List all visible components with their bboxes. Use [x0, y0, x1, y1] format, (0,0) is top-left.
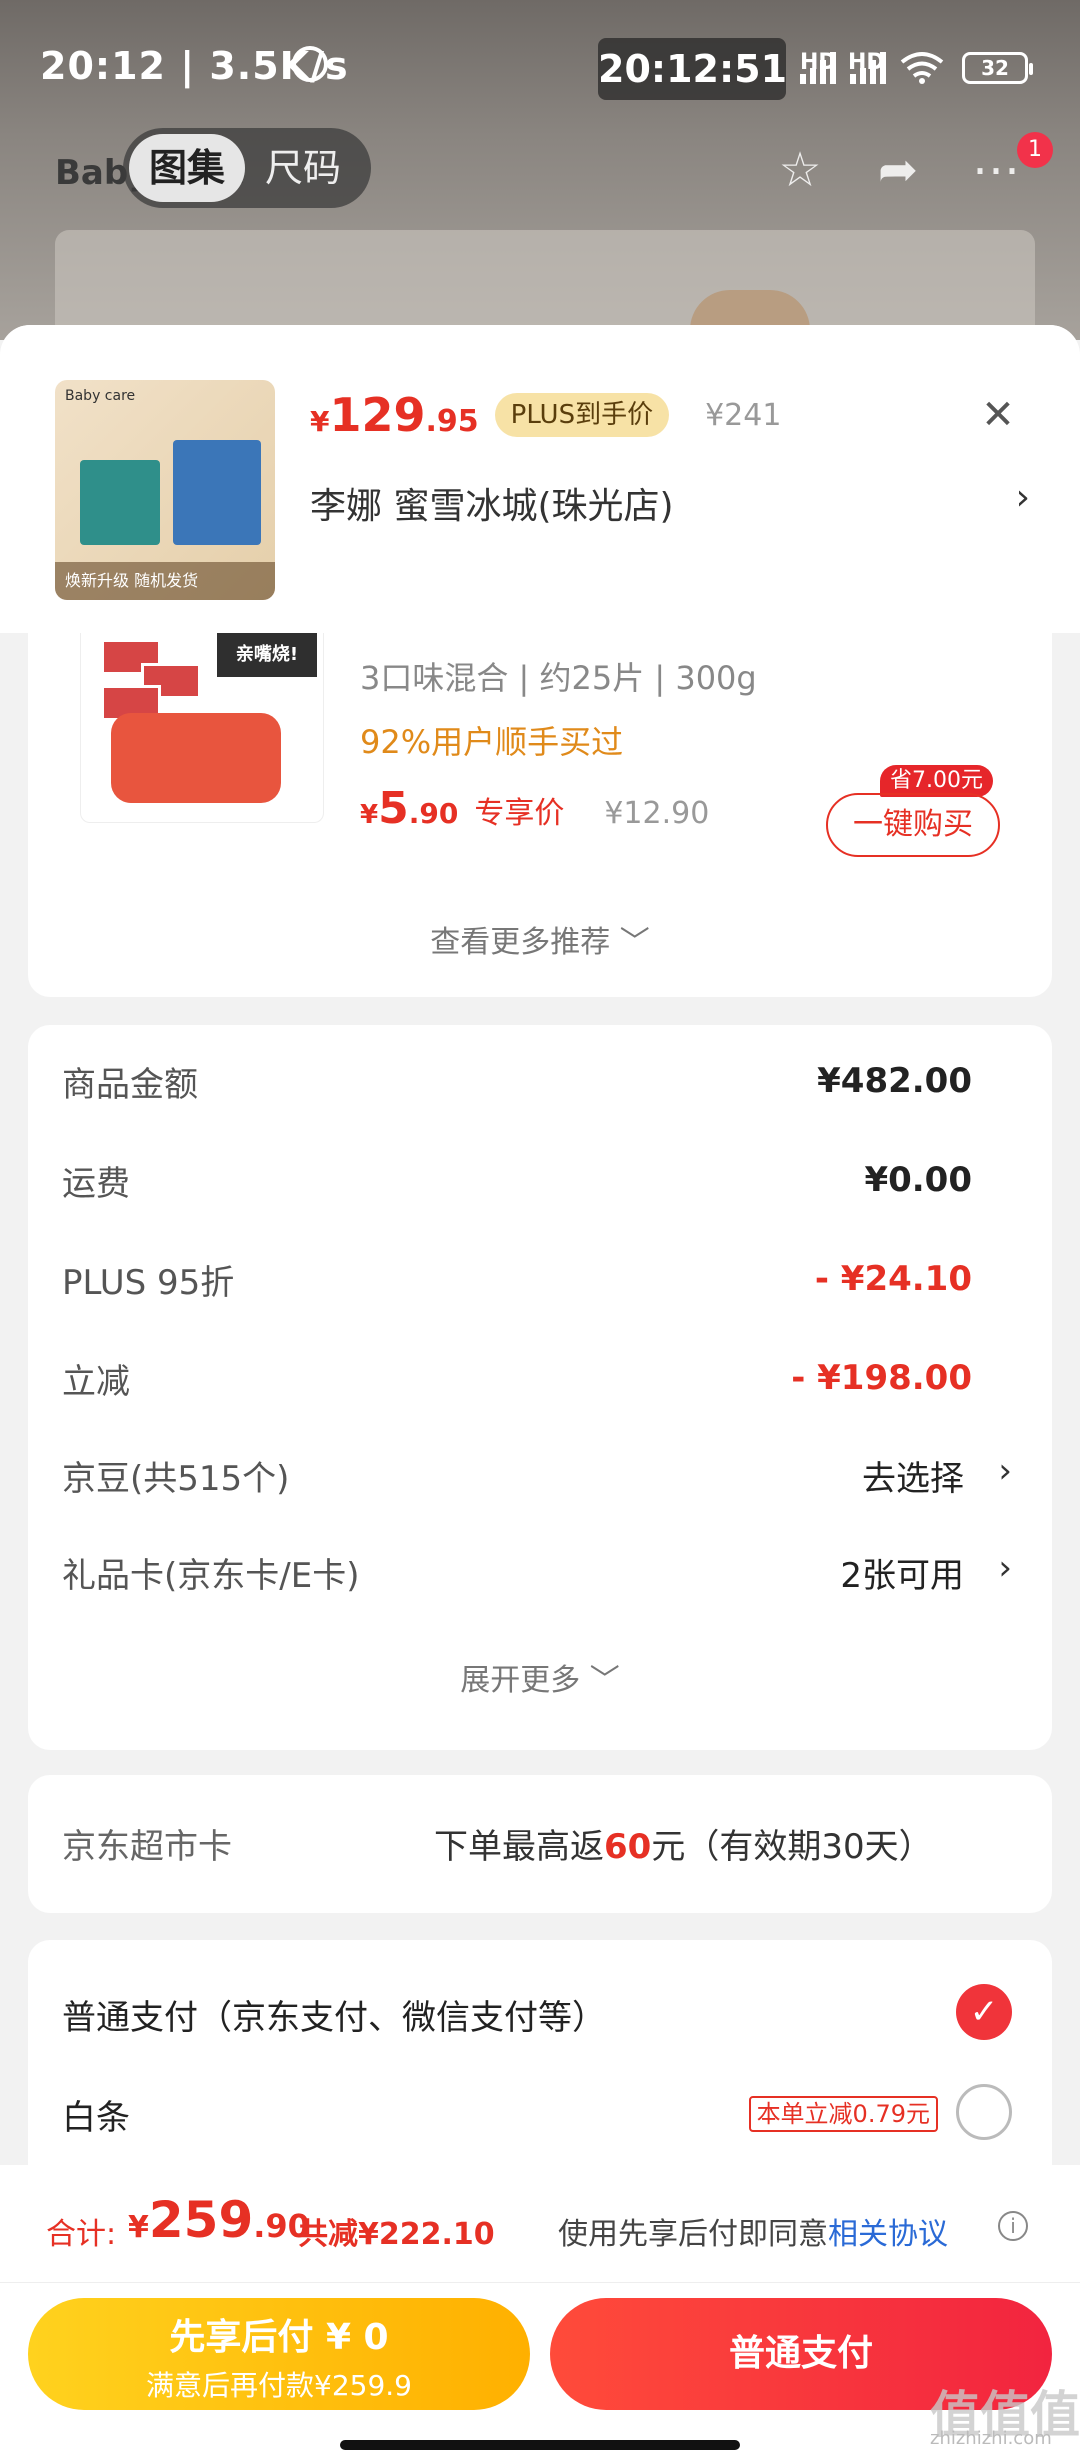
price-row: ¥129.95 PLUS到手价 ¥241: [310, 385, 781, 445]
recommendation-card: 亲嘴烧! 3口味混合 | 约25片 | 300g 92%用户顺手买过 ¥5.90…: [28, 633, 1052, 997]
product-thumbnail: Baby care 焕新升级 随机发货: [55, 380, 275, 600]
total-reduction: 共减¥222.10: [298, 2217, 495, 2252]
fee-value: - ¥24.10: [814, 1259, 972, 1299]
fee-label: 京豆(共515个): [62, 1459, 290, 1499]
gallery-size-switch: 图集 尺码: [123, 128, 371, 208]
fee-value: 去选择: [862, 1459, 964, 1499]
total-amount: ¥259.90: [128, 2191, 310, 2249]
fee-row-goods: 商品金额 ¥482.00: [62, 1057, 1018, 1117]
thumb-logo: Baby care: [65, 388, 136, 404]
fee-label: 运费: [62, 1164, 130, 1204]
fee-label: 礼品卡(京东卡/E卡): [62, 1556, 360, 1596]
pay-later-title: 先享后付 ¥ 0: [169, 2317, 389, 2358]
fee-value: ¥0.00: [864, 1160, 972, 1200]
fee-row-gift-card[interactable]: 礼品卡(京东卡/E卡) 2张可用 ›: [62, 1548, 1018, 1608]
checkout-footer: 合计: ¥259.90 共减¥222.10 使用先享后付即同意相关协议 i 先享…: [0, 2165, 1080, 2460]
agreement-text: 使用先享后付即同意相关协议: [558, 2217, 948, 2252]
payment-option-baitiao[interactable]: 白条 本单立减0.79元: [62, 2080, 1018, 2150]
tab-size[interactable]: 尺码: [245, 134, 361, 202]
more-recommendations-link[interactable]: 查看更多推荐 ﹀: [28, 917, 1052, 961]
wifi-icon: [900, 52, 944, 84]
exclusive-price-tag: 专享价: [474, 796, 565, 831]
recommended-original-price: ¥12.90: [604, 796, 710, 831]
gift-box-image: [80, 460, 160, 545]
tab-gallery[interactable]: 图集: [129, 134, 246, 202]
fee-label: PLUS 95折: [62, 1263, 235, 1303]
one-click-buy-button[interactable]: 一键购买: [826, 793, 1000, 857]
chevron-right-icon: ›: [998, 1548, 1012, 1588]
signal-icon-2: [850, 52, 886, 84]
recommended-spec: 3口味混合 | 约25片 | 300g: [360, 659, 757, 697]
plus-price-tag: PLUS到手价: [494, 393, 670, 437]
snack-image: [111, 713, 281, 803]
favorite-star-icon[interactable]: ☆: [770, 140, 830, 200]
total-row: 合计: ¥259.90 共减¥222.10 使用先享后付即同意相关协议 i: [0, 2165, 1080, 2283]
radio-button[interactable]: [956, 2084, 1012, 2140]
status-bar: 20:12 | 3.5K/s 20:12:51 HD HD 32: [0, 0, 1080, 130]
product-nav-bar: Baby care 图集 尺码 ☆ ➦ ⋯ 1: [0, 120, 1080, 220]
recommended-price-row: ¥5.90 专享价 ¥12.90: [360, 783, 709, 834]
clock-overlay: 20:12:51: [598, 38, 787, 100]
shop-name: 李娜 蜜雪冰城(珠光店): [310, 486, 674, 527]
share-icon[interactable]: ➦: [868, 140, 928, 200]
gift-bag-image: [173, 440, 261, 545]
fee-row-shipping: 运费 ¥0.00: [62, 1156, 1018, 1216]
payment-option-normal[interactable]: 普通支付（京东支付、微信支付等） ✓: [62, 1980, 1018, 2050]
home-indicator[interactable]: [340, 2440, 740, 2450]
supermarket-card-label: 京东超市卡: [62, 1827, 232, 1867]
bought-rate: 92%用户顺手买过: [360, 723, 624, 761]
shop-selector[interactable]: 李娜 蜜雪冰城(珠光店) ›: [310, 477, 1030, 529]
recommended-price: ¥5.90: [360, 783, 459, 834]
battery-icon: 32: [962, 52, 1033, 84]
baitiao-promo-badge: 本单立减0.79元: [748, 2096, 938, 2132]
checkmark-icon[interactable]: ✓: [956, 1984, 1012, 2040]
sheet-header: Baby care 焕新升级 随机发货 ¥129.95 PLUS到手价 ¥241…: [0, 325, 1080, 633]
close-icon[interactable]: ✕: [968, 385, 1028, 445]
info-icon[interactable]: i: [998, 2211, 1028, 2241]
original-price: ¥241: [705, 397, 782, 433]
chevron-right-icon: ›: [998, 1451, 1012, 1491]
supermarket-card-reward: 下单最高返60元（有效期30天）: [434, 1827, 933, 1867]
fee-row-plus-discount: PLUS 95折 - ¥24.10: [62, 1255, 1018, 1315]
fee-summary-card: 商品金额 ¥482.00 运费 ¥0.00 PLUS 95折 - ¥24.10 …: [28, 1025, 1052, 1750]
signal-icon: [800, 52, 836, 84]
total-label: 合计:: [46, 2217, 117, 2252]
fee-value: 2张可用: [840, 1556, 964, 1596]
checkout-sheet: Baby care 焕新升级 随机发货 ¥129.95 PLUS到手价 ¥241…: [0, 325, 1080, 2460]
watermark-text: zhizhizhi.com: [930, 2428, 1052, 2449]
notification-badge: 1: [1017, 132, 1053, 168]
pay-later-button[interactable]: 先享后付 ¥ 0 满意后再付款¥259.9: [28, 2298, 530, 2410]
thumb-caption: 焕新升级 随机发货: [55, 562, 275, 600]
payment-option-label: 普通支付（京东支付、微信支付等）: [62, 1998, 606, 2038]
fee-row-instant-discount: 立减 - ¥198.00: [62, 1354, 1018, 1414]
fee-label: 立减: [62, 1362, 130, 1402]
recommended-product-image[interactable]: 亲嘴烧!: [80, 633, 324, 823]
fee-row-jd-beans[interactable]: 京豆(共515个) 去选择 ›: [62, 1451, 1018, 1511]
fee-value: ¥482.00: [817, 1061, 972, 1101]
fee-value: - ¥198.00: [791, 1358, 972, 1398]
expand-more-link[interactable]: 展开更多 ﹀: [28, 1655, 1052, 1699]
alarm-icon: [292, 46, 328, 82]
payment-option-label: 白条: [62, 2098, 130, 2138]
agreement-link[interactable]: 相关协议: [828, 2217, 948, 2252]
fee-label: 商品金额: [62, 1065, 198, 1105]
snack-brand-label: 亲嘴烧!: [217, 633, 317, 677]
product-price: ¥129.95: [310, 388, 479, 442]
pay-later-subtitle: 满意后再付款¥259.9: [146, 2369, 412, 2402]
supermarket-card-row[interactable]: 京东超市卡 下单最高返60元（有效期30天）: [28, 1775, 1052, 1913]
chevron-right-icon: ›: [1015, 477, 1030, 518]
